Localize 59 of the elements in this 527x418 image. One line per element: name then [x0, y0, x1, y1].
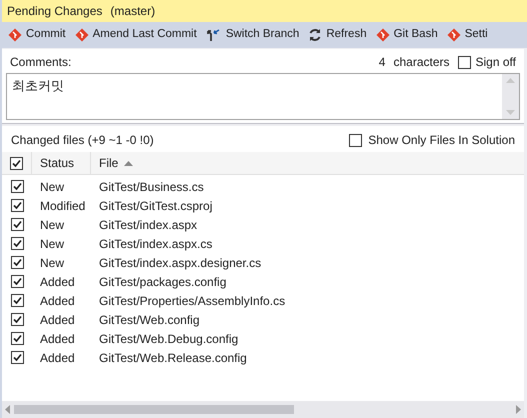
file-checkbox[interactable]: [10, 294, 24, 307]
status-cell-text: New: [39, 254, 66, 272]
status-cell-text: Added: [39, 350, 76, 366]
characters-label: characters: [393, 54, 450, 71]
toolbar-button[interactable]: Refresh: [308, 26, 367, 44]
scroll-thumb[interactable]: [14, 405, 294, 414]
file-checkbox[interactable]: [10, 256, 24, 269]
window-title: Pending Changes: [7, 3, 102, 20]
file-checkbox[interactable]: [10, 313, 24, 326]
status-cell-text: Added: [39, 292, 76, 310]
file-cell-text: GitTest/Business.cs: [98, 178, 205, 196]
file-cell-text: GitTest/index.aspx.cs: [98, 236, 214, 252]
comments-label: Comments:: [10, 54, 72, 71]
column-header[interactable]: File: [91, 152, 142, 174]
changed-files-title: Changed files (+9 ~1 -0 !0): [11, 132, 154, 149]
git-diamond-icon: [8, 28, 22, 42]
refresh-icon: [308, 28, 322, 42]
file-cell-text: GitTest/Web.Debug.config: [98, 330, 240, 348]
git-diamond-icon: [74, 28, 89, 42]
file-checkbox[interactable]: [10, 180, 24, 193]
file-checkbox[interactable]: [10, 332, 24, 345]
file-cell-text: GitTest/GitTest.csproj: [98, 198, 214, 214]
comment-field[interactable]: 최초커밋: [6, 73, 520, 120]
show-only-checkbox[interactable]: [349, 134, 362, 146]
character-count: 4: [378, 54, 386, 71]
status-cell-text: New: [39, 236, 66, 252]
show-only-label: Show Only Files In Solution: [368, 132, 515, 149]
column-header[interactable]: Status: [32, 152, 91, 174]
file-checkbox[interactable]: [10, 199, 24, 212]
status-cell-text: Modified: [39, 198, 86, 214]
select-all-checkbox[interactable]: [10, 156, 23, 170]
file-checkbox[interactable]: [10, 351, 24, 364]
file-cell-text: GitTest/Properties/AssemblyInfo.cs: [98, 292, 286, 310]
file-cell-text: GitTest/Web.Release.config: [98, 350, 248, 366]
toolbar-button[interactable]: Switch Branch: [206, 26, 300, 44]
file-checkbox[interactable]: [10, 237, 24, 250]
toolbar-button[interactable]: Setti: [446, 26, 488, 44]
toolbar-button[interactable]: Amend Last Commit: [74, 26, 197, 44]
file-cell-text: GitTest/index.aspx.designer.cs: [98, 254, 262, 272]
status-cell-text: New: [39, 216, 66, 234]
toolbar-button[interactable]: Git Bash: [376, 26, 438, 44]
status-cell-text: New: [39, 178, 66, 196]
sign-off-checkbox[interactable]: [458, 56, 471, 68]
toolbar-button[interactable]: Commit: [8, 26, 66, 44]
sign-off-label: Sign off: [476, 54, 516, 71]
sort-ascending-icon: [124, 160, 134, 166]
status-cell-text: Added: [39, 274, 76, 290]
git-diamond-icon: [376, 28, 390, 42]
file-checkbox[interactable]: [10, 218, 24, 231]
status-cell-text: Added: [39, 312, 76, 328]
file-cell-text: GitTest/index.aspx: [98, 216, 198, 234]
status-cell-text: Added: [39, 330, 76, 348]
file-cell-text: GitTest/Web.config: [98, 312, 200, 328]
file-cell-text: GitTest/packages.config: [98, 274, 228, 290]
branch-name: (master): [110, 3, 156, 20]
branch-arrows-icon: [206, 28, 222, 42]
file-checkbox[interactable]: [10, 275, 24, 288]
horizontal-scrollbar[interactable]: [2, 401, 524, 418]
git-diamond-icon: [446, 28, 461, 42]
